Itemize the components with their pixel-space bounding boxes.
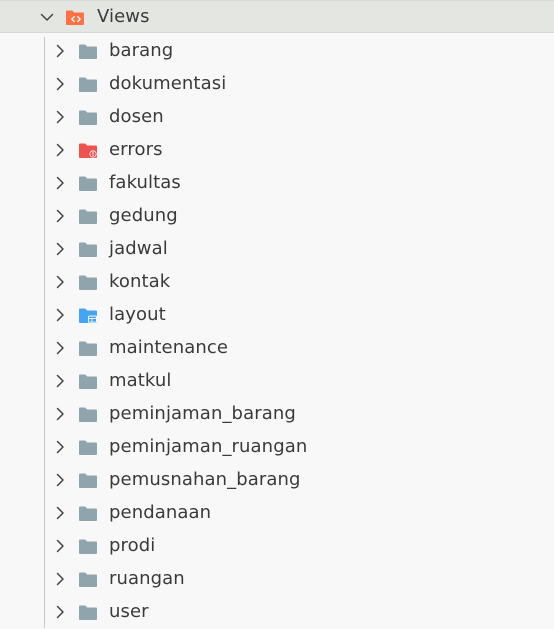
tree-item-label: pendanaan	[109, 502, 212, 523]
chevron-right-icon[interactable]	[51, 141, 69, 159]
tree-item-gedung[interactable]: gedung	[0, 200, 554, 233]
tree-item-label: peminjaman_barang	[109, 403, 296, 424]
tree-item-label: layout	[109, 304, 166, 325]
chevron-right-icon[interactable]	[51, 306, 69, 324]
tree-item-label: errors	[109, 139, 163, 160]
tree-item-label: dokumentasi	[109, 73, 227, 94]
tree-item-layout[interactable]: layout	[0, 299, 554, 332]
chevron-down-icon[interactable]	[38, 8, 56, 26]
chevron-right-icon[interactable]	[51, 273, 69, 291]
folder-icon	[78, 241, 98, 258]
folder-icon	[78, 208, 98, 225]
tree-item-label: barang	[109, 40, 174, 61]
tree-item-peminjaman-barang[interactable]: peminjaman_barang	[0, 398, 554, 431]
folder-icon	[78, 109, 98, 126]
folder-icon	[78, 43, 98, 60]
tree-item-fakultas[interactable]: fakultas	[0, 167, 554, 200]
chevron-right-icon[interactable]	[51, 108, 69, 126]
folder-icon	[78, 604, 98, 621]
layout-folder-icon	[78, 307, 98, 324]
folder-icon	[78, 472, 98, 489]
tree-item-label: fakultas	[109, 172, 181, 193]
tree-item-label: Views	[97, 6, 150, 27]
tree-item-ruangan[interactable]: ruangan	[0, 563, 554, 596]
folder-icon	[78, 571, 98, 588]
tree-item-label: peminjaman_ruangan	[109, 436, 308, 457]
chevron-right-icon[interactable]	[51, 240, 69, 258]
chevron-right-icon[interactable]	[51, 42, 69, 60]
views-folder-icon	[65, 9, 85, 26]
tree-item-dokumentasi[interactable]: dokumentasi	[0, 68, 554, 101]
tree-item-pendanaan[interactable]: pendanaan	[0, 497, 554, 530]
chevron-right-icon[interactable]	[51, 471, 69, 489]
folder-icon	[78, 406, 98, 423]
chevron-right-icon[interactable]	[51, 603, 69, 621]
tree-item-label: dosen	[109, 106, 164, 127]
errors-folder-icon	[78, 142, 98, 159]
tree-item-matkul[interactable]: matkul	[0, 365, 554, 398]
tree-item-kontak[interactable]: kontak	[0, 266, 554, 299]
folder-icon	[78, 274, 98, 291]
chevron-right-icon[interactable]	[51, 570, 69, 588]
tree-item-label: kontak	[109, 271, 171, 292]
tree-item-label: maintenance	[109, 337, 229, 358]
tree-item-label: prodi	[109, 535, 156, 556]
chevron-right-icon[interactable]	[51, 207, 69, 225]
chevron-right-icon[interactable]	[51, 438, 69, 456]
tree-item-dosen[interactable]: dosen	[0, 101, 554, 134]
tree-item-label: jadwal	[109, 238, 168, 259]
tree-item-pemusnahan-barang[interactable]: pemusnahan_barang	[0, 464, 554, 497]
file-explorer-tree: Views barang dokumentasi dosen errors fakult…	[0, 0, 554, 628]
folder-icon	[78, 175, 98, 192]
folder-icon	[78, 505, 98, 522]
tree-item-label: user	[109, 601, 149, 622]
tree-item-peminjaman-ruangan[interactable]: peminjaman_ruangan	[0, 431, 554, 464]
chevron-right-icon[interactable]	[51, 405, 69, 423]
tree-item-label: matkul	[109, 370, 172, 391]
folder-icon	[78, 340, 98, 357]
chevron-right-icon[interactable]	[51, 75, 69, 93]
folder-icon	[78, 76, 98, 93]
tree-item-errors[interactable]: errors	[0, 134, 554, 167]
tree-item-label: gedung	[109, 205, 178, 226]
tree-item-barang[interactable]: barang	[0, 35, 554, 68]
tree-item-label: pemusnahan_barang	[109, 469, 301, 490]
folder-icon	[78, 373, 98, 390]
chevron-right-icon[interactable]	[51, 174, 69, 192]
folder-icon	[78, 439, 98, 456]
tree-item-maintenance[interactable]: maintenance	[0, 332, 554, 365]
tree-item-jadwal[interactable]: jadwal	[0, 233, 554, 266]
chevron-right-icon[interactable]	[51, 537, 69, 555]
tree-item-views[interactable]: Views	[0, 0, 554, 33]
chevron-right-icon[interactable]	[51, 504, 69, 522]
tree-item-prodi[interactable]: prodi	[0, 530, 554, 563]
folder-icon	[78, 538, 98, 555]
tree-item-user[interactable]: user	[0, 596, 554, 629]
chevron-right-icon[interactable]	[51, 339, 69, 357]
chevron-right-icon[interactable]	[51, 372, 69, 390]
tree-item-label: ruangan	[109, 568, 185, 589]
